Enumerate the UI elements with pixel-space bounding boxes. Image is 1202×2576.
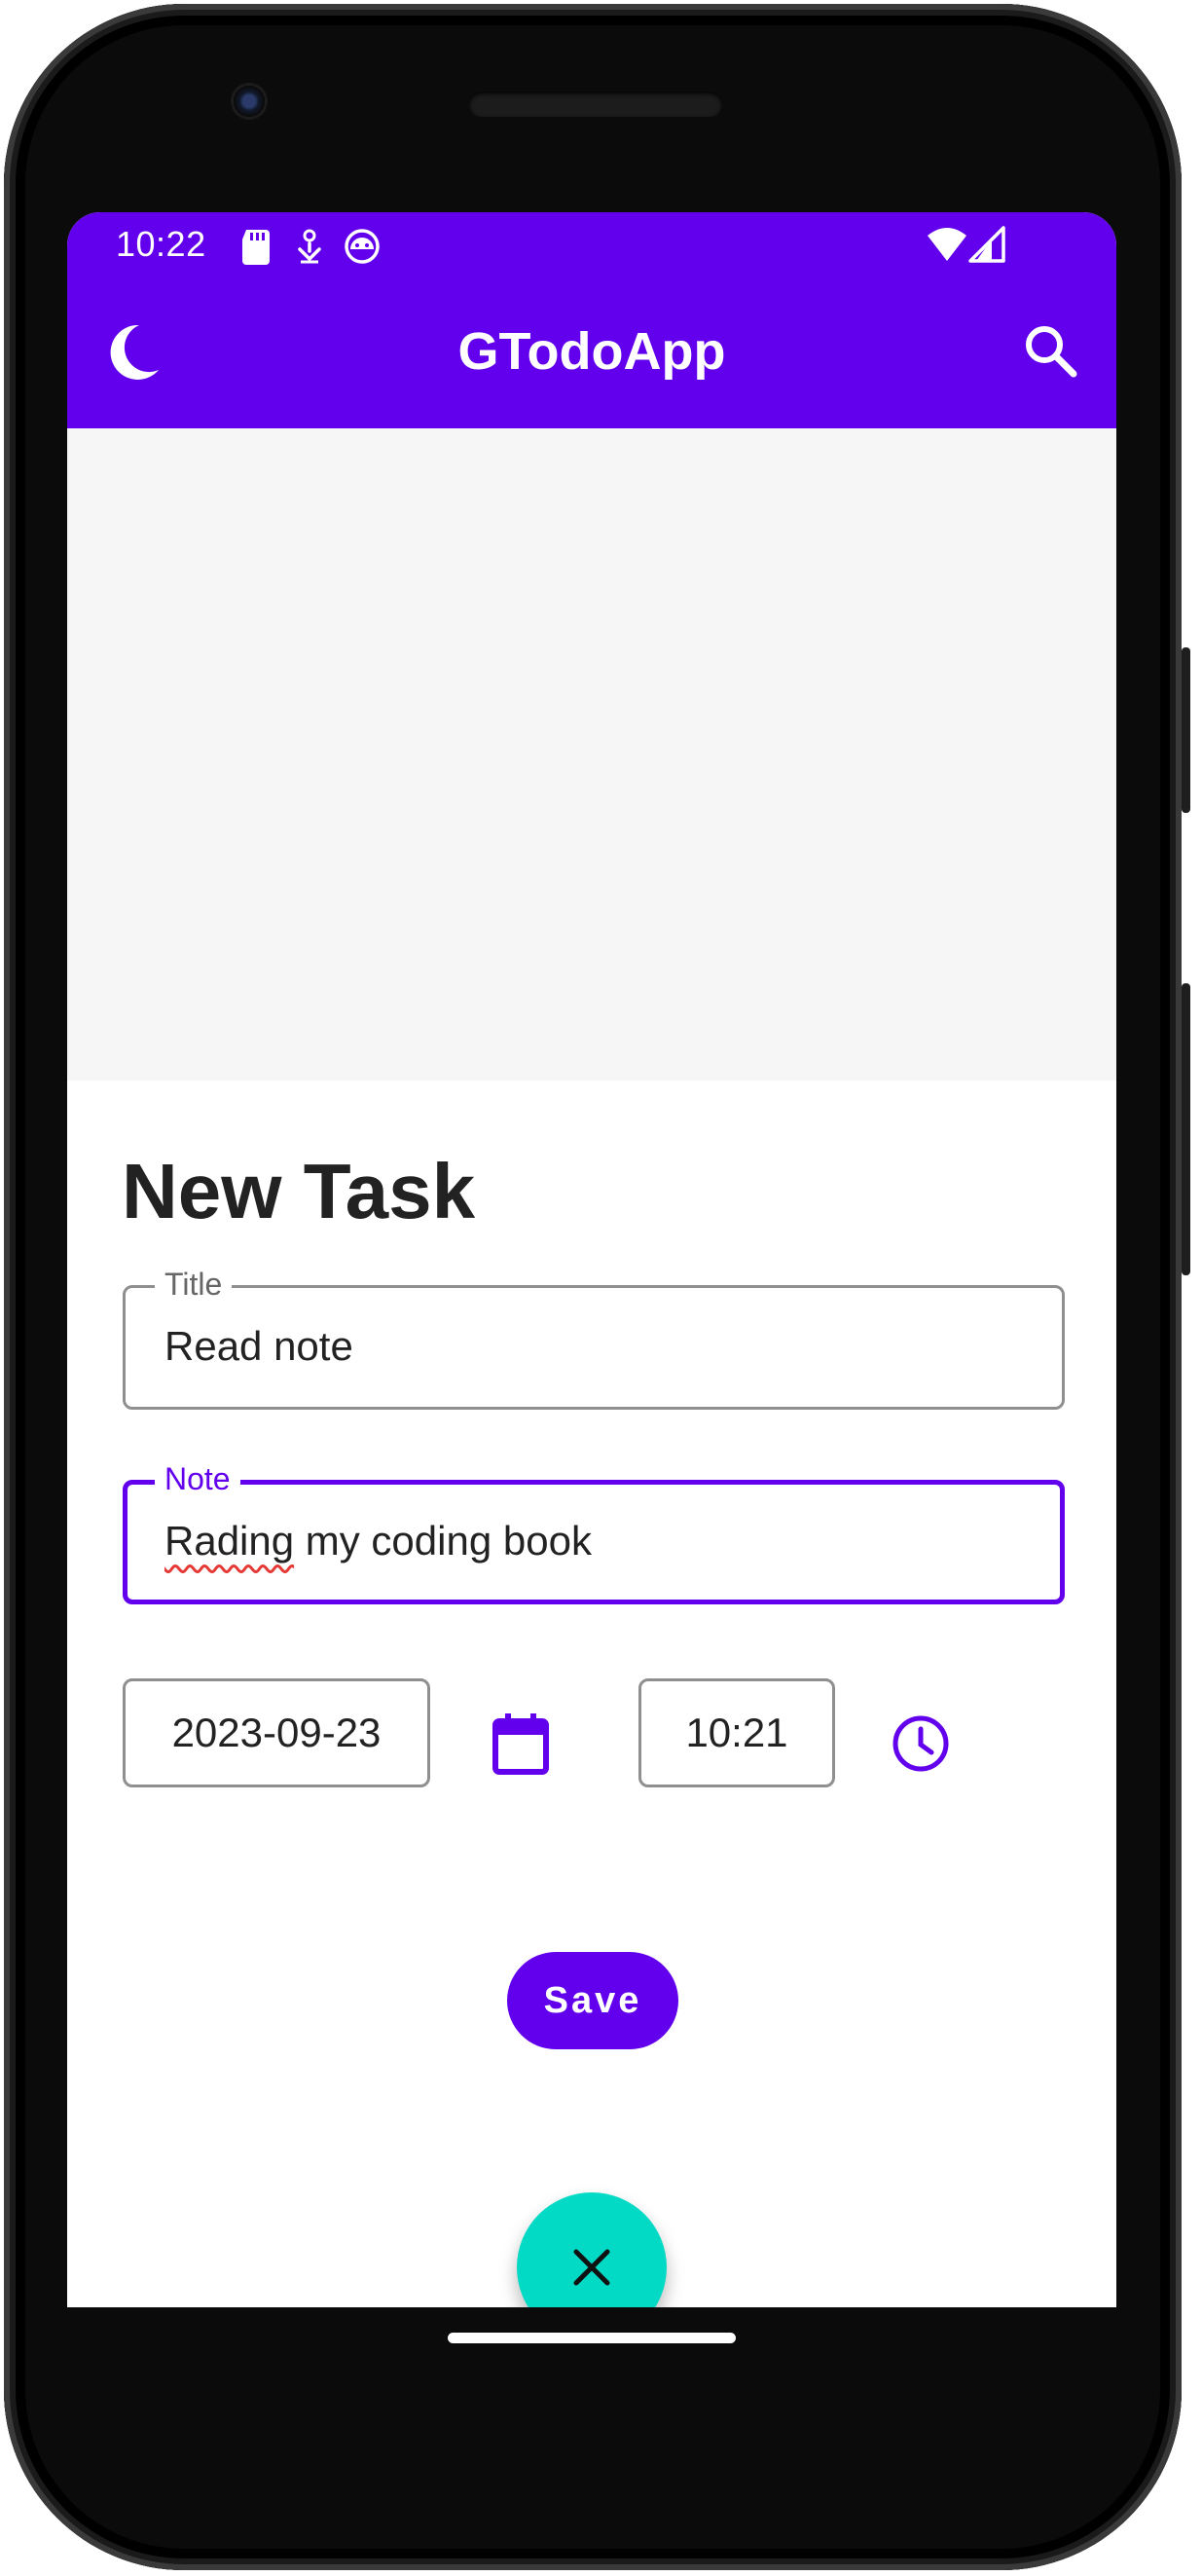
- note-field-value: Rading my coding book: [164, 1518, 592, 1564]
- title-field-label: Title: [155, 1267, 233, 1303]
- date-input[interactable]: 2023-09-23: [123, 1678, 430, 1787]
- status-bar: 10:22: [67, 212, 1116, 282]
- status-time: 10:22: [116, 224, 206, 264]
- time-input[interactable]: 10:21: [638, 1678, 835, 1787]
- close-icon: [573, 2249, 610, 2286]
- wifi-icon: [928, 228, 966, 261]
- new-task-sheet: New Task Title Read note Note Rading my …: [67, 1081, 1116, 2307]
- notification-icon: [298, 229, 321, 264]
- signal-icon: [968, 226, 1005, 263]
- note-field-label: Note: [155, 1461, 240, 1497]
- close-fab[interactable]: [517, 2192, 667, 2307]
- note-field[interactable]: Note Rading my coding book: [123, 1461, 1065, 1604]
- clock-icon[interactable]: [891, 1713, 951, 1774]
- sd-card-icon: [242, 230, 270, 265]
- power-button: [1182, 983, 1190, 1275]
- speaker-grille: [469, 92, 722, 117]
- android-icon: [345, 229, 380, 264]
- calendar-icon[interactable]: [492, 1711, 550, 1776]
- sheet-heading: New Task: [122, 1148, 476, 1234]
- save-button[interactable]: Save: [507, 1952, 678, 2049]
- title-field[interactable]: Title Read note: [123, 1267, 1065, 1410]
- search-icon[interactable]: [1021, 321, 1079, 380]
- task-list-area: [67, 428, 1116, 1081]
- front-camera: [234, 86, 265, 117]
- title-field-value: Read note: [164, 1323, 353, 1369]
- misspelled-word: Rading: [164, 1518, 295, 1564]
- screen: 10:22 GTodoApp New Task Title Read note …: [67, 212, 1116, 2307]
- home-gesture-bar[interactable]: [448, 2333, 736, 2343]
- volume-button: [1182, 647, 1190, 813]
- app-bar: GTodoApp: [67, 282, 1116, 428]
- note-text-rest: my coding book: [294, 1518, 592, 1564]
- app-title: GTodoApp: [457, 322, 726, 381]
